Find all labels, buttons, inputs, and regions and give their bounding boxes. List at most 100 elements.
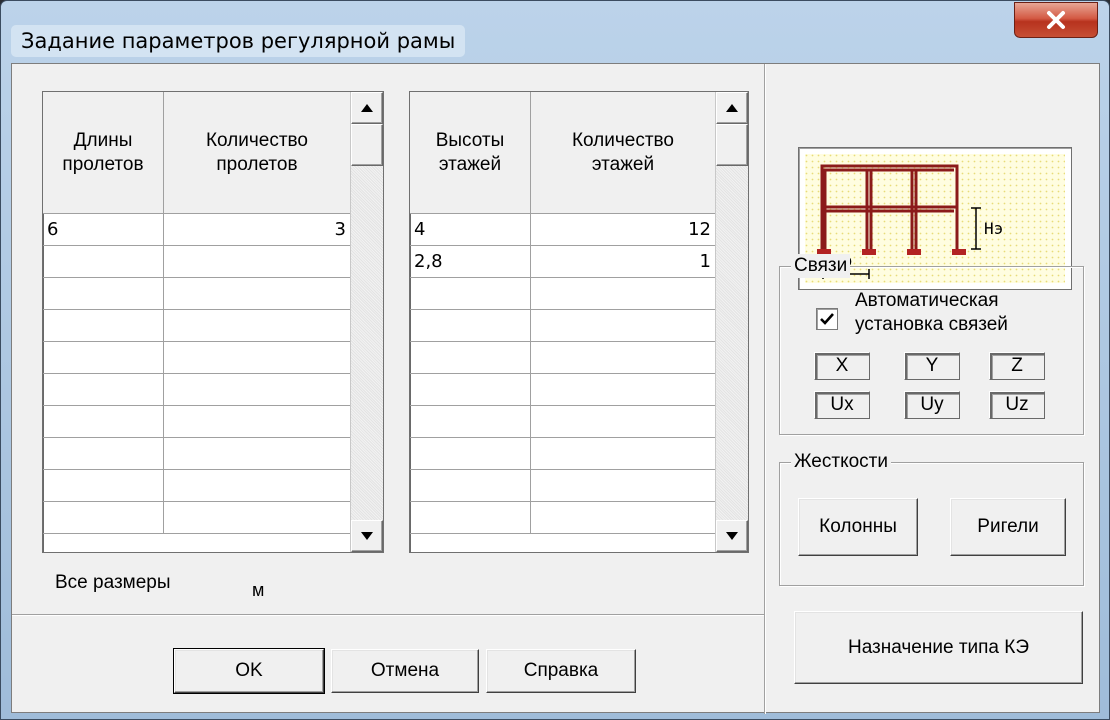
spans-length-cell[interactable] bbox=[43, 438, 164, 469]
spans-count-cell[interactable] bbox=[164, 374, 350, 405]
spans-row[interactable]: 63 bbox=[43, 214, 350, 246]
floors-count-cell[interactable]: 12 bbox=[531, 214, 715, 245]
auto-constraints-label-line1[interactable]: Автоматическая bbox=[855, 290, 998, 312]
spans-row[interactable] bbox=[43, 310, 350, 342]
floors-count-cell[interactable] bbox=[531, 278, 715, 309]
floors-height-header[interactable]: Высоты этажей bbox=[410, 92, 531, 214]
spans-count-cell[interactable] bbox=[164, 470, 350, 501]
floors-row[interactable] bbox=[410, 438, 715, 470]
spans-row[interactable] bbox=[43, 278, 350, 310]
spans-count-cell[interactable] bbox=[164, 342, 350, 373]
spans-length-cell[interactable] bbox=[43, 246, 164, 277]
spans-scroll-down-button[interactable] bbox=[351, 520, 383, 552]
spans-count-cell[interactable] bbox=[164, 438, 350, 469]
floors-row[interactable] bbox=[410, 502, 715, 534]
floors-scroll-up-button[interactable] bbox=[716, 92, 748, 124]
spans-row[interactable] bbox=[43, 502, 350, 534]
floors-height-cell[interactable] bbox=[410, 438, 531, 469]
constraint-x-toggle[interactable]: X bbox=[814, 352, 870, 380]
fe-type-button[interactable]: Назначение типа КЭ bbox=[794, 611, 1083, 684]
floors-height-cell[interactable] bbox=[410, 374, 531, 405]
spans-row[interactable] bbox=[43, 246, 350, 278]
floors-row[interactable] bbox=[410, 310, 715, 342]
spans-count-cell[interactable]: 3 bbox=[164, 214, 350, 245]
floors-row[interactable] bbox=[410, 342, 715, 374]
floors-height-cell[interactable] bbox=[410, 342, 531, 373]
floors-count-cell[interactable] bbox=[531, 438, 715, 469]
floors-count-cell[interactable] bbox=[531, 502, 715, 533]
floors-height-cell[interactable] bbox=[410, 470, 531, 501]
arrow-up-icon bbox=[361, 104, 373, 112]
spans-count-cell[interactable] bbox=[164, 406, 350, 437]
title-bar[interactable]: Задание параметров регулярной рамы bbox=[1, 1, 1109, 63]
ok-button[interactable]: OK bbox=[173, 648, 325, 694]
columns-button[interactable]: Колонны bbox=[798, 498, 918, 556]
spans-row[interactable] bbox=[43, 470, 350, 502]
constraint-ux-toggle[interactable]: Ux bbox=[814, 391, 870, 419]
auto-constraints-label-line2[interactable]: установка связей bbox=[855, 314, 1008, 336]
floors-count-cell[interactable] bbox=[531, 310, 715, 341]
spans-length-cell[interactable]: 6 bbox=[43, 214, 164, 245]
floors-row[interactable]: 2,8 1 bbox=[410, 246, 715, 278]
floors-height-cell[interactable] bbox=[410, 502, 531, 533]
spans-count-cell[interactable] bbox=[164, 502, 350, 533]
spans-count-cell[interactable] bbox=[164, 246, 350, 277]
spans-row[interactable] bbox=[43, 406, 350, 438]
floors-height-cell[interactable] bbox=[410, 278, 531, 309]
spans-length-cell[interactable] bbox=[43, 310, 164, 341]
spans-scroll-up-button[interactable] bbox=[351, 92, 383, 124]
floors-scroll-down-button[interactable] bbox=[716, 520, 748, 552]
spans-count-cell[interactable] bbox=[164, 310, 350, 341]
dialog-client-area: Длины пролетов Количество пролетов 63 Высо… bbox=[11, 63, 1100, 714]
spans-length-cell[interactable] bbox=[43, 342, 164, 373]
floors-height-cell[interactable]: 4 bbox=[410, 214, 531, 245]
spans-length-cell[interactable] bbox=[43, 278, 164, 309]
spans-row[interactable] bbox=[43, 374, 350, 406]
close-button[interactable] bbox=[1014, 2, 1098, 38]
constraint-uz-toggle[interactable]: Uz bbox=[989, 391, 1045, 419]
spans-count-cell[interactable] bbox=[164, 278, 350, 309]
floors-row[interactable] bbox=[410, 406, 715, 438]
cancel-button[interactable]: Отмена bbox=[331, 649, 479, 693]
floors-count-cell[interactable]: 1 bbox=[531, 246, 715, 277]
floors-row[interactable]: 4 12 bbox=[410, 214, 715, 246]
spans-length-cell[interactable] bbox=[43, 502, 164, 533]
beams-button[interactable]: Ригели bbox=[950, 498, 1066, 556]
spans-length-header[interactable]: Длины пролетов bbox=[43, 92, 164, 214]
floors-row[interactable] bbox=[410, 470, 715, 502]
floors-height-cell[interactable] bbox=[410, 406, 531, 437]
spans-scroll-thumb[interactable] bbox=[351, 124, 383, 166]
floors-row[interactable] bbox=[410, 278, 715, 310]
floors-height-cell[interactable] bbox=[410, 310, 531, 341]
floors-count-cell[interactable] bbox=[531, 406, 715, 437]
spans-length-cell[interactable] bbox=[43, 470, 164, 501]
constraint-y-toggle[interactable]: Y bbox=[904, 352, 960, 380]
arrow-down-icon bbox=[361, 532, 373, 540]
floors-table[interactable]: Высоты этажей Количество этажей 4 12 2,8 1 bbox=[409, 91, 749, 553]
floors-scrollbar[interactable] bbox=[715, 92, 748, 552]
spans-count-header-l1: Количество пролетов bbox=[205, 129, 309, 175]
floors-height-cell[interactable]: 2,8 bbox=[410, 246, 531, 277]
floors-scroll-thumb[interactable] bbox=[716, 124, 748, 166]
floors-count-cell[interactable] bbox=[531, 374, 715, 405]
spans-table[interactable]: Длины пролетов Количество пролетов 63 bbox=[42, 91, 384, 553]
units-value: м bbox=[252, 580, 265, 600]
constraint-uy-toggle[interactable]: Uy bbox=[904, 391, 960, 419]
spans-scrollbar[interactable] bbox=[350, 92, 383, 552]
auto-constraints-checkbox[interactable] bbox=[816, 308, 838, 330]
spans-row[interactable] bbox=[43, 438, 350, 470]
spans-length-cell[interactable] bbox=[43, 406, 164, 437]
spans-length-cell[interactable] bbox=[43, 374, 164, 405]
floors-row[interactable] bbox=[410, 374, 715, 406]
vertical-separator bbox=[764, 64, 766, 714]
help-button[interactable]: Справка bbox=[486, 649, 636, 693]
spans-count-header[interactable]: Количество пролетов bbox=[164, 92, 350, 214]
stiffness-group: Жесткости Колонны Ригели bbox=[779, 450, 1084, 586]
spans-row[interactable] bbox=[43, 342, 350, 374]
floor-height-label: Hэ bbox=[984, 219, 1003, 238]
units-label: Все размеры bbox=[55, 572, 171, 593]
floors-count-header[interactable]: Количество этажей bbox=[531, 92, 715, 214]
floors-count-cell[interactable] bbox=[531, 470, 715, 501]
floors-count-cell[interactable] bbox=[531, 342, 715, 373]
constraint-z-toggle[interactable]: Z bbox=[989, 352, 1045, 380]
